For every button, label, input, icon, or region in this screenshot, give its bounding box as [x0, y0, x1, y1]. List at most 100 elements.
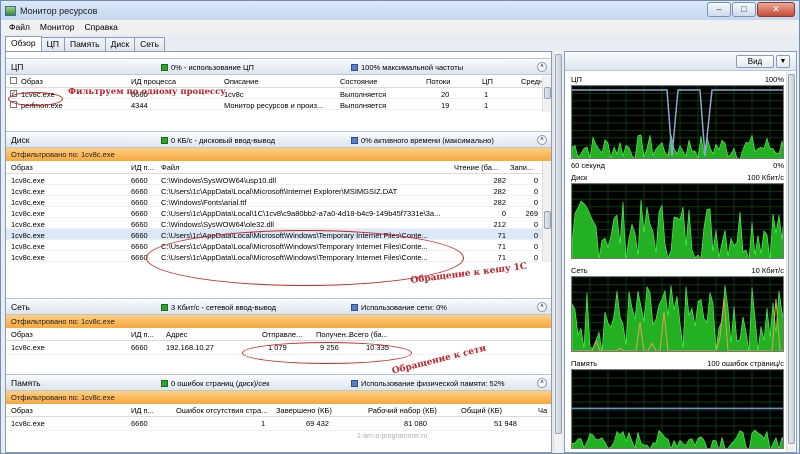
cell-pid: 6660: [131, 242, 148, 251]
cell-pid: 6660: [131, 343, 148, 352]
disk-section-header[interactable]: Диск 0 КБ/с - дисковый ввод-вывод 0% акт…: [6, 131, 551, 148]
disk-io-text: 0 КБ/с - дисковый ввод-вывод: [171, 136, 275, 145]
tab-network[interactable]: Сеть: [134, 37, 165, 51]
menu-help[interactable]: Справка: [80, 22, 123, 32]
cpu-table-scrollbar[interactable]: [542, 76, 551, 112]
col-pid[interactable]: ИД п...: [131, 330, 154, 339]
cell-file: C:\Windows\SysWOW64\ole32.dll: [161, 220, 274, 229]
resource-monitor-window: Монитор ресурсов – □ ✕ Файл Монитор Спра…: [0, 0, 800, 454]
table-row[interactable]: 1cv8c.exe 6660 C:\Windows\SysWOW64\usp10.d…: [6, 174, 551, 185]
col-page-faults[interactable]: Ошибок отсутствия стра...: [176, 406, 267, 415]
table-row[interactable]: 1cv8c.exe 6660 C:\Users\1c\AppData\Local\M…: [6, 185, 551, 196]
cell-read: 71: [497, 242, 506, 251]
menu-file[interactable]: Файл: [4, 22, 35, 32]
col-threads[interactable]: Потоки: [426, 77, 450, 86]
close-button[interactable]: ✕: [757, 2, 795, 17]
graphs-scrollbar[interactable]: [786, 72, 795, 452]
cell-pid: 6660: [131, 220, 148, 229]
view-button[interactable]: Вид: [736, 55, 774, 68]
main-scrollbar[interactable]: [553, 51, 562, 453]
col-image[interactable]: Образ: [11, 406, 33, 415]
cell-write: 0: [533, 176, 538, 185]
col-pid[interactable]: ИД п...: [131, 406, 154, 415]
network-section-header[interactable]: Сеть 3 Кбит/с - сетевой ввод-вывод Испол…: [6, 298, 551, 315]
cell-read: 282: [493, 176, 506, 185]
scrollbar-thumb[interactable]: [544, 87, 551, 99]
cpu-graph-label: ЦП: [571, 75, 582, 84]
col-total[interactable]: Всего (ба...: [349, 330, 388, 339]
col-avg[interactable]: Средн: [521, 77, 543, 86]
cpu-graph-time: 60 секунд: [571, 161, 605, 170]
cpu-select-all-checkbox[interactable]: [10, 77, 17, 84]
col-address[interactable]: Адрес: [166, 330, 187, 339]
disk-section-title: Диск: [11, 135, 30, 145]
cell-image: 1cv8c.exe: [11, 209, 45, 218]
table-row[interactable]: 1cv8c.exe 6660 C:\Users\1c\AppData\Local\1…: [6, 207, 551, 218]
overview-panel: ЦП 0% - использование ЦП 100% максимальн…: [5, 51, 552, 453]
cpu-section-header[interactable]: ЦП 0% - использование ЦП 100% максимальн…: [6, 58, 551, 75]
col-pid[interactable]: ИД п...: [131, 163, 154, 172]
scrollbar-thumb[interactable]: [555, 54, 562, 434]
maximize-button[interactable]: □: [732, 2, 756, 17]
menu-monitor[interactable]: Монитор: [35, 22, 80, 32]
scrollbar-thumb[interactable]: [788, 74, 795, 444]
table-row[interactable]: 1cv8c.exe 6660 1 69 432 81 080 51 948: [6, 417, 551, 431]
table-row[interactable]: 1cv8c.exe 6660 C:\Windows\SysWOW64\ole32.d…: [6, 218, 551, 229]
col-cpu[interactable]: ЦП: [482, 77, 493, 86]
memory-section-header[interactable]: Память 0 ошибок страниц (диск)/сек Испол…: [6, 374, 551, 391]
tab-overview[interactable]: Обзор: [5, 36, 42, 51]
page-faults-indicator-icon: [161, 380, 168, 387]
table-row[interactable]: 1cv8c.exe 6660 C:\Windows\Fonts\arial.ttf 2…: [6, 196, 551, 207]
col-state[interactable]: Состояние: [340, 77, 377, 86]
col-private[interactable]: Ча: [538, 406, 547, 415]
collapse-network-icon[interactable]: ˄: [537, 302, 547, 312]
col-received[interactable]: Получен...: [316, 330, 352, 339]
col-write[interactable]: Запи...: [510, 163, 533, 172]
network-graph-max: 10 Кбит/с: [751, 266, 784, 275]
col-image[interactable]: Образ: [11, 163, 33, 172]
cell-image: 1cv8c.exe: [11, 231, 45, 240]
scrollbar-thumb[interactable]: [544, 211, 551, 229]
memory-graph-max: 100 ошибок страниц/с: [707, 359, 784, 368]
col-sent[interactable]: Отправле...: [262, 330, 302, 339]
col-description[interactable]: Описание: [224, 77, 259, 86]
network-section-title: Сеть: [11, 302, 30, 312]
table-row[interactable]: perfmon.exe 4344 Монитор ресурсов и прои…: [6, 99, 551, 110]
cell-page-faults: 1: [261, 419, 266, 428]
col-shared[interactable]: Общий (КБ): [461, 406, 502, 415]
tab-disk[interactable]: Диск: [104, 37, 136, 51]
col-pid[interactable]: ИД процесса: [131, 77, 176, 86]
cell-cpu: 1: [484, 90, 489, 99]
col-read[interactable]: Чтение (ба...: [454, 163, 498, 172]
cell-pid: 6660: [131, 198, 148, 207]
disk-column-header: Образ ИД п... Файл Чтение (ба... Запи...: [6, 161, 551, 174]
cell-image: 1cv8c.exe: [11, 242, 45, 251]
col-working-set[interactable]: Рабочий набор (КБ): [368, 406, 437, 415]
cell-write: 0: [533, 231, 538, 240]
graph-activity-trace: [572, 285, 783, 351]
graphs-panel: Вид ▼ ЦП 100% 60 секунд 0% Диск 100 Кбит…: [564, 51, 797, 453]
col-commit[interactable]: Завершено (КБ): [276, 406, 332, 415]
col-image[interactable]: Образ: [11, 330, 33, 339]
tab-cpu[interactable]: ЦП: [40, 37, 65, 51]
col-file[interactable]: Файл: [161, 163, 179, 172]
graph-activity-trace: [572, 429, 783, 448]
col-image[interactable]: Образ: [21, 77, 43, 86]
cell-pid: 6660: [131, 419, 148, 428]
disk-active-indicator-icon: [351, 137, 358, 144]
disk-table-scrollbar[interactable]: [542, 161, 551, 261]
memory-graph: [571, 369, 784, 449]
cell-image: 1cv8c.exe: [11, 176, 45, 185]
collapse-memory-icon[interactable]: ˄: [537, 378, 547, 388]
minimize-button[interactable]: –: [707, 2, 731, 17]
cell-threads: 19: [441, 101, 450, 110]
cell-pid: 6660: [131, 209, 148, 218]
cpu-frequency-text: 100% максимальной частоты: [361, 63, 464, 72]
cell-read: 212: [493, 220, 506, 229]
tab-memory[interactable]: Память: [63, 37, 106, 51]
view-dropdown-icon[interactable]: ▼: [776, 55, 790, 68]
collapse-cpu-icon[interactable]: ˄: [537, 62, 547, 72]
network-column-header: Образ ИД п... Адрес Отправле... Получен.…: [6, 328, 551, 341]
collapse-disk-icon[interactable]: ˄: [537, 135, 547, 145]
network-graph: [571, 276, 784, 352]
